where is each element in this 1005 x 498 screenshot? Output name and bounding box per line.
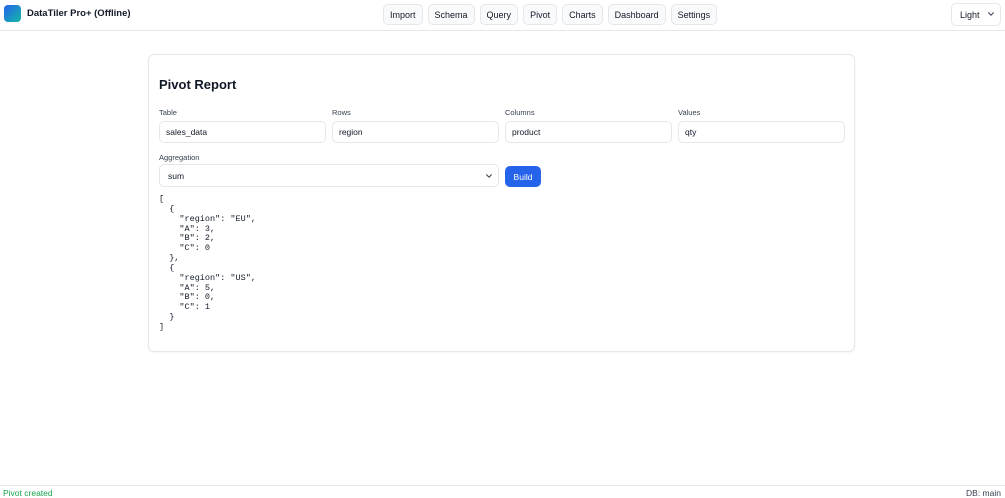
chevron-down-icon	[486, 174, 492, 178]
columns-field-label: Columns	[505, 108, 535, 117]
app-title: DataTiler Pro+ (Offline)	[27, 8, 131, 19]
db-indicator: DB: main	[966, 488, 1001, 498]
nav-settings-button[interactable]: Settings	[670, 4, 718, 25]
status-bar: Pivot created DB: main	[0, 485, 1005, 498]
rows-field-label: Rows	[332, 108, 351, 117]
nav-pivot-button[interactable]: Pivot	[523, 4, 558, 25]
table-field-label: Table	[159, 108, 177, 117]
nav-charts-button[interactable]: Charts	[562, 4, 603, 25]
nav-import-button[interactable]: Import	[383, 4, 423, 25]
table-field: Table	[159, 108, 326, 143]
aggregation-label: Aggregation	[159, 153, 200, 162]
rows-field: Rows	[332, 108, 499, 143]
values-field: Values	[678, 108, 845, 143]
theme-select-value: Light	[960, 9, 980, 20]
app-logo-icon	[4, 5, 21, 22]
nav-schema-button[interactable]: Schema	[427, 4, 475, 25]
values-field-label: Values	[678, 108, 701, 117]
columns-input[interactable]	[505, 121, 672, 143]
main-nav: Import Schema Query Pivot Charts Dashboa…	[383, 4, 722, 25]
pivot-report-card: Pivot Report Table Rows Columns Values A…	[148, 54, 855, 352]
nav-dashboard-button[interactable]: Dashboard	[607, 4, 666, 25]
nav-query-button[interactable]: Query	[479, 4, 519, 25]
values-input[interactable]	[678, 121, 845, 143]
aggregation-select-value: sum	[168, 170, 185, 181]
status-message: Pivot created	[3, 488, 53, 498]
brand: DataTiler Pro+ (Offline)	[4, 5, 131, 22]
table-input[interactable]	[159, 121, 326, 143]
rows-input[interactable]	[332, 121, 499, 143]
chevron-down-icon	[988, 12, 994, 16]
page-title: Pivot Report	[159, 77, 237, 92]
aggregation-select[interactable]: sum	[159, 164, 499, 187]
top-bar: DataTiler Pro+ (Offline) Import Schema Q…	[0, 0, 1005, 31]
columns-field: Columns	[505, 108, 672, 143]
theme-select[interactable]: Light	[951, 3, 1001, 26]
pivot-result-output: [ { "region": "EU", "A": 3, "B": 2, "C":…	[159, 194, 256, 332]
build-button[interactable]: Build	[505, 166, 541, 187]
